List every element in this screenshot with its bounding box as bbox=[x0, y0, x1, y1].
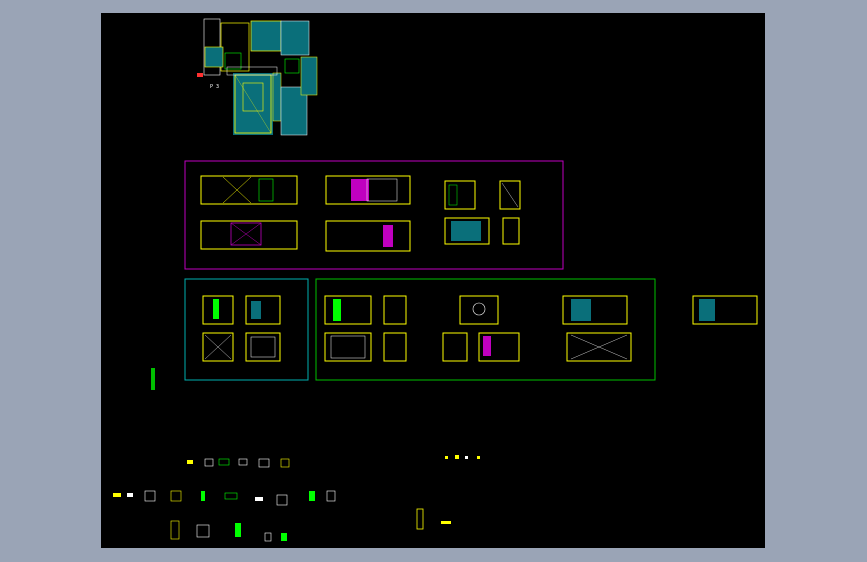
legend-bar[interactable] bbox=[151, 368, 155, 390]
elevation-group-magenta[interactable] bbox=[184, 160, 564, 270]
cad-drawing-viewport[interactable]: P 3 bbox=[101, 13, 765, 548]
floor-plan-label: P 3 bbox=[210, 84, 219, 90]
cad-drawing-canvas[interactable]: P 3 bbox=[101, 13, 765, 548]
room-group-cyan[interactable] bbox=[184, 278, 309, 381]
symbol-blocks[interactable] bbox=[113, 455, 480, 542]
detail-sheet-right[interactable] bbox=[692, 295, 758, 325]
floor-plan[interactable]: P 3 bbox=[197, 18, 318, 136]
room-group-green[interactable] bbox=[315, 278, 656, 381]
